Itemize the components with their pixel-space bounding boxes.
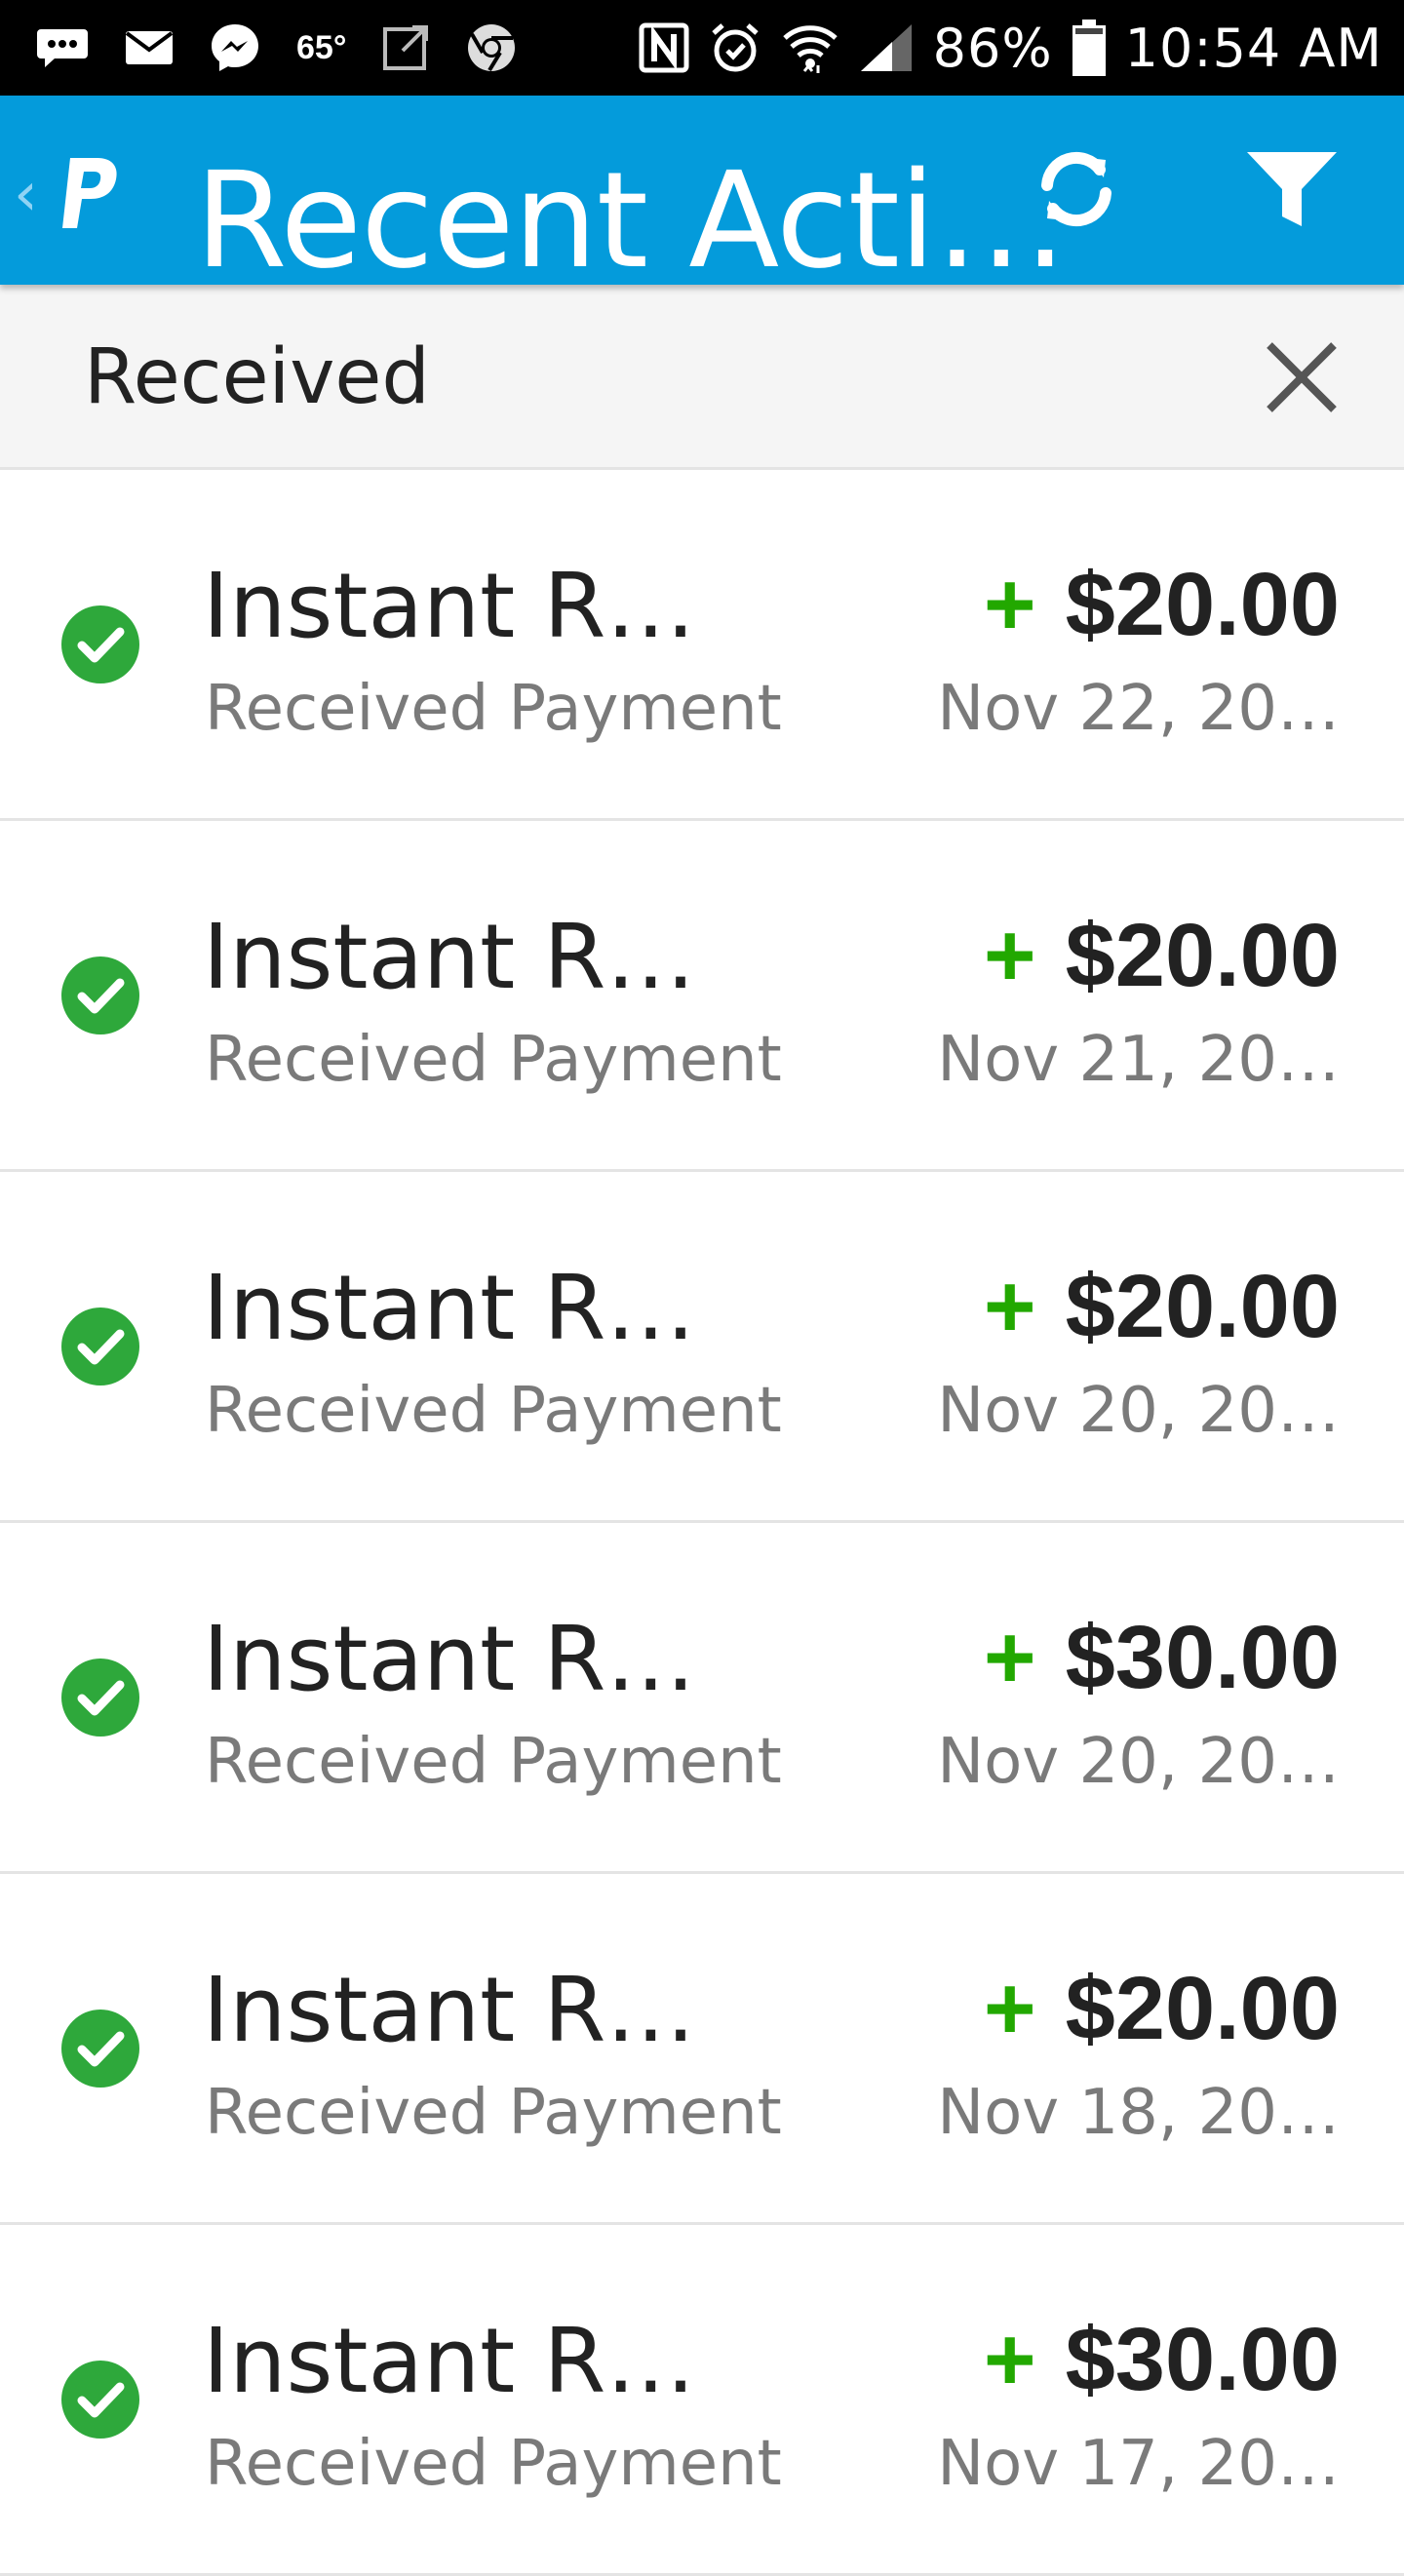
activity-title: Instant R… <box>203 905 696 1009</box>
activity-subtitle: Received Payment <box>205 2428 782 2500</box>
filter-icon <box>1245 148 1339 235</box>
completed-check-icon <box>60 1307 140 1386</box>
amount-value: $30.00 <box>1065 2310 1340 2409</box>
temperature-text: 65° <box>296 28 347 66</box>
activity-amount: + $30.00 <box>984 1607 1340 1709</box>
status-bar: 65° 86% 10:54 AM <box>0 0 1404 96</box>
messenger-icon <box>209 21 261 74</box>
activity-title: Instant R… <box>203 1607 696 1711</box>
refresh-icon <box>1032 144 1121 239</box>
refresh-button[interactable] <box>1026 140 1127 242</box>
chrome-icon <box>465 21 518 74</box>
battery-percent: 86% <box>932 17 1053 79</box>
activity-subtitle: Received Payment <box>205 1024 782 1096</box>
activity-title: Instant R… <box>203 1958 696 2062</box>
completed-check-icon <box>60 2360 140 2439</box>
activity-row[interactable]: Instant R… Received Payment + $20.00 Nov… <box>0 1172 1404 1523</box>
credit-sign: + <box>983 1257 1036 1356</box>
activity-row[interactable]: Instant R… Received Payment + $20.00 Nov… <box>0 470 1404 821</box>
activity-date: Nov 20, 20… <box>937 1726 1340 1798</box>
activity-date: Nov 22, 20… <box>937 673 1340 745</box>
external-link-icon <box>381 23 430 72</box>
mail-icon <box>125 30 174 65</box>
amount-value: $20.00 <box>1065 1257 1340 1356</box>
activity-amount: + $20.00 <box>984 905 1340 1007</box>
battery-icon <box>1072 20 1106 76</box>
credit-sign: + <box>983 906 1036 1005</box>
activity-amount: + $30.00 <box>984 2309 1340 2411</box>
alarm-icon <box>709 21 761 74</box>
activity-subtitle: Received Payment <box>205 1375 782 1447</box>
clock: 10:54 AM <box>1124 17 1383 79</box>
activity-title: Instant R… <box>203 554 696 658</box>
signal-icon <box>859 22 914 73</box>
credit-sign: + <box>983 555 1036 654</box>
activity-date: Nov 21, 20… <box>937 1024 1340 1096</box>
amount-value: $20.00 <box>1065 1959 1340 2058</box>
activity-amount: + $20.00 <box>984 1958 1340 2060</box>
clear-filter-button[interactable] <box>1260 335 1344 419</box>
nfc-icon <box>639 22 689 73</box>
paypal-logo-icon[interactable] <box>57 154 125 237</box>
credit-sign: + <box>983 2310 1036 2409</box>
completed-check-icon <box>60 605 140 684</box>
amount-value: $20.00 <box>1065 555 1340 654</box>
credit-sign: + <box>983 1959 1036 2058</box>
page-title: Recent Acti… <box>195 144 1068 298</box>
activity-row[interactable]: Instant R… Received Payment + $30.00 Nov… <box>0 1523 1404 1874</box>
wifi-icon <box>781 20 839 75</box>
chat-icon <box>35 25 90 70</box>
activity-subtitle: Received Payment <box>205 2077 782 2149</box>
close-icon <box>1260 342 1344 423</box>
activity-amount: + $20.00 <box>984 1256 1340 1358</box>
activity-title: Instant R… <box>203 1256 696 1360</box>
filter-button[interactable] <box>1238 140 1346 242</box>
completed-check-icon <box>60 2009 140 2088</box>
app-bar: ‹ Recent Acti… <box>0 96 1404 298</box>
activity-title: Instant R… <box>203 2309 696 2413</box>
chevron-left-icon[interactable]: ‹ <box>14 158 38 229</box>
activity-amount: + $20.00 <box>984 554 1340 656</box>
completed-check-icon <box>60 956 140 1035</box>
activity-date: Nov 17, 20… <box>937 2428 1340 2500</box>
completed-check-icon <box>60 1658 140 1737</box>
activity-subtitle: Received Payment <box>205 1726 782 1798</box>
amount-value: $30.00 <box>1065 1608 1340 1707</box>
activity-subtitle: Received Payment <box>205 673 782 745</box>
activity-date: Nov 20, 20… <box>937 1375 1340 1447</box>
activity-row[interactable]: Instant R… Received Payment + $30.00 Nov… <box>0 2225 1404 2576</box>
active-filter-bar: Received <box>0 285 1404 470</box>
amount-value: $20.00 <box>1065 906 1340 1005</box>
activity-date: Nov 18, 20… <box>937 2077 1340 2149</box>
credit-sign: + <box>983 1608 1036 1707</box>
activity-row[interactable]: Instant R… Received Payment + $20.00 Nov… <box>0 1874 1404 2225</box>
filter-label: Received <box>84 333 430 421</box>
activity-list: Instant R… Received Payment + $20.00 Nov… <box>0 470 1404 2576</box>
activity-row[interactable]: Instant R… Received Payment + $20.00 Nov… <box>0 821 1404 1172</box>
